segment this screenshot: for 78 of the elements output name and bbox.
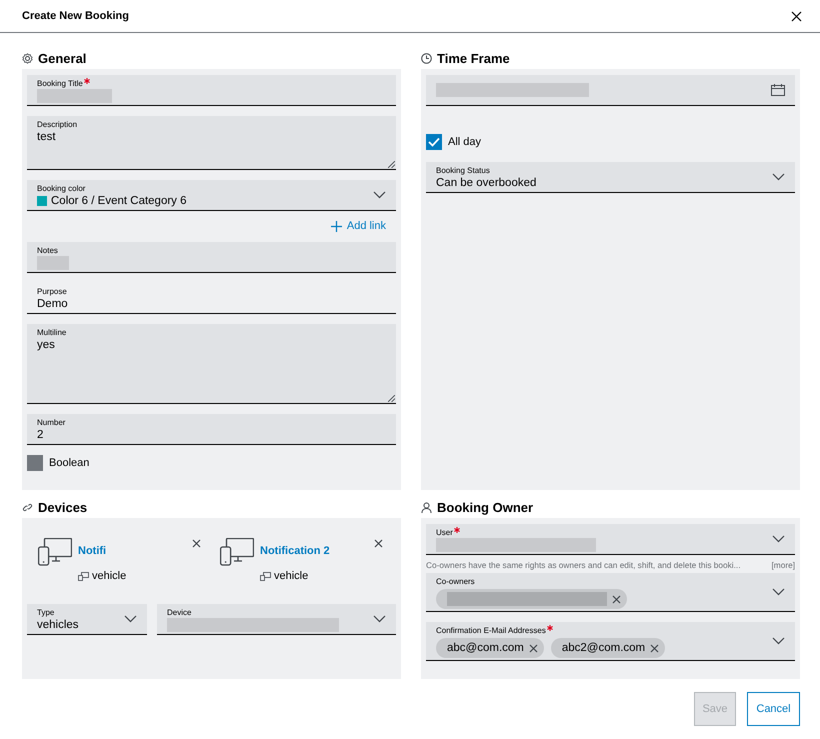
gear-icon bbox=[22, 53, 33, 65]
field-label: Purpose bbox=[37, 286, 67, 296]
resize-handle-icon[interactable] bbox=[388, 394, 395, 402]
devices-icon bbox=[38, 538, 72, 566]
field-label: Confirmation E-Mail Addresses bbox=[436, 625, 546, 636]
field-value: test bbox=[37, 130, 56, 144]
clock-icon bbox=[421, 53, 432, 65]
checkbox-label: Boolean bbox=[49, 456, 90, 470]
person-icon bbox=[421, 502, 432, 514]
multi-select-field[interactable]: Confirmation E-Mail Addresses abc@com.com abc2@com.com bbox=[426, 622, 795, 662]
field-label: User bbox=[436, 527, 453, 538]
calendar-icon[interactable] bbox=[771, 84, 785, 96]
more-link[interactable]: [more] bbox=[771, 559, 795, 572]
chevron-down-icon bbox=[124, 615, 137, 623]
field-label: Type bbox=[37, 607, 54, 618]
section-title: General bbox=[38, 50, 86, 68]
section-title: Booking Owner bbox=[437, 499, 534, 518]
close-icon[interactable] bbox=[650, 644, 660, 653]
select-field[interactable]: Device bbox=[157, 604, 396, 635]
chevron-down-icon bbox=[373, 615, 386, 623]
chevron-down-icon bbox=[772, 588, 785, 596]
select-field[interactable]: Booking Status Can be overbooked bbox=[426, 162, 795, 192]
device-type: vehicle bbox=[92, 569, 126, 584]
date-field[interactable] bbox=[426, 75, 795, 106]
plus-icon bbox=[330, 220, 342, 232]
chip[interactable]: abc@com.com bbox=[436, 638, 544, 658]
field-value: vehicles bbox=[37, 618, 79, 632]
device-name[interactable]: Notification 2 bbox=[260, 543, 330, 560]
multi-select-field[interactable]: Co-owners bbox=[426, 573, 795, 612]
dialog-title: Create New Booking bbox=[22, 8, 129, 24]
field-label: Notes bbox=[37, 244, 58, 256]
device-name[interactable]: Notifi bbox=[78, 543, 106, 560]
close-icon[interactable] bbox=[612, 594, 621, 604]
field-value: yes bbox=[37, 338, 55, 352]
hint-text: Co-owners have the same rights as owners and can edit, shift, and delete this booki... bbox=[426, 559, 741, 572]
add-link[interactable]: Add link bbox=[330, 218, 386, 234]
field-value: Can be overbooked bbox=[436, 176, 536, 190]
close-icon[interactable] bbox=[374, 539, 383, 548]
devices-icon bbox=[220, 538, 254, 566]
field-label: Number bbox=[37, 416, 66, 428]
section-title: Time Frame bbox=[437, 50, 510, 68]
field-label: Co-owners bbox=[436, 576, 475, 588]
text-area[interactable]: Description test bbox=[27, 116, 396, 170]
text-field[interactable]: Notes bbox=[27, 242, 396, 272]
close-icon[interactable] bbox=[192, 539, 201, 548]
checkbox[interactable] bbox=[426, 134, 442, 150]
field-label: Booking Status bbox=[436, 164, 490, 176]
device-type: vehicle bbox=[274, 569, 308, 584]
field-value: 2 bbox=[37, 428, 44, 442]
checkbox[interactable] bbox=[27, 454, 43, 471]
field-label: Multiline bbox=[37, 326, 66, 338]
chevron-down-icon bbox=[772, 535, 785, 543]
field-value: Demo bbox=[37, 296, 68, 310]
text-field[interactable]: Number 2 bbox=[27, 414, 396, 444]
link-icon bbox=[22, 502, 33, 514]
field-label: Device bbox=[167, 607, 192, 618]
section-title: Devices bbox=[38, 499, 88, 518]
field-label: Booking color bbox=[37, 183, 86, 194]
screens-icon bbox=[260, 572, 271, 581]
text-field[interactable]: Purpose Demo bbox=[27, 282, 396, 314]
select-field[interactable]: Type vehicles bbox=[27, 604, 147, 635]
chevron-down-icon bbox=[772, 637, 785, 646]
cancel-button[interactable]: Cancel bbox=[747, 692, 800, 726]
select-field[interactable]: Booking color Color 6 / Event Category 6 bbox=[27, 180, 396, 211]
resize-handle-icon[interactable] bbox=[388, 161, 395, 168]
field-label: Description bbox=[37, 119, 78, 130]
close-icon[interactable] bbox=[791, 10, 802, 22]
chevron-down-icon bbox=[772, 172, 785, 180]
field-label: Booking Title bbox=[37, 78, 83, 89]
text-area[interactable]: Multiline yes bbox=[27, 324, 396, 404]
checkbox-label: All day bbox=[448, 135, 482, 150]
close-icon[interactable] bbox=[528, 644, 538, 653]
chevron-down-icon bbox=[373, 191, 386, 199]
text-field[interactable]: Booking Title bbox=[27, 75, 396, 106]
select-field[interactable]: User bbox=[426, 524, 795, 555]
screens-icon bbox=[78, 572, 89, 581]
chip[interactable]: abc2@com.com bbox=[550, 638, 666, 658]
field-value: Color 6 / Event Category 6 bbox=[51, 194, 187, 208]
